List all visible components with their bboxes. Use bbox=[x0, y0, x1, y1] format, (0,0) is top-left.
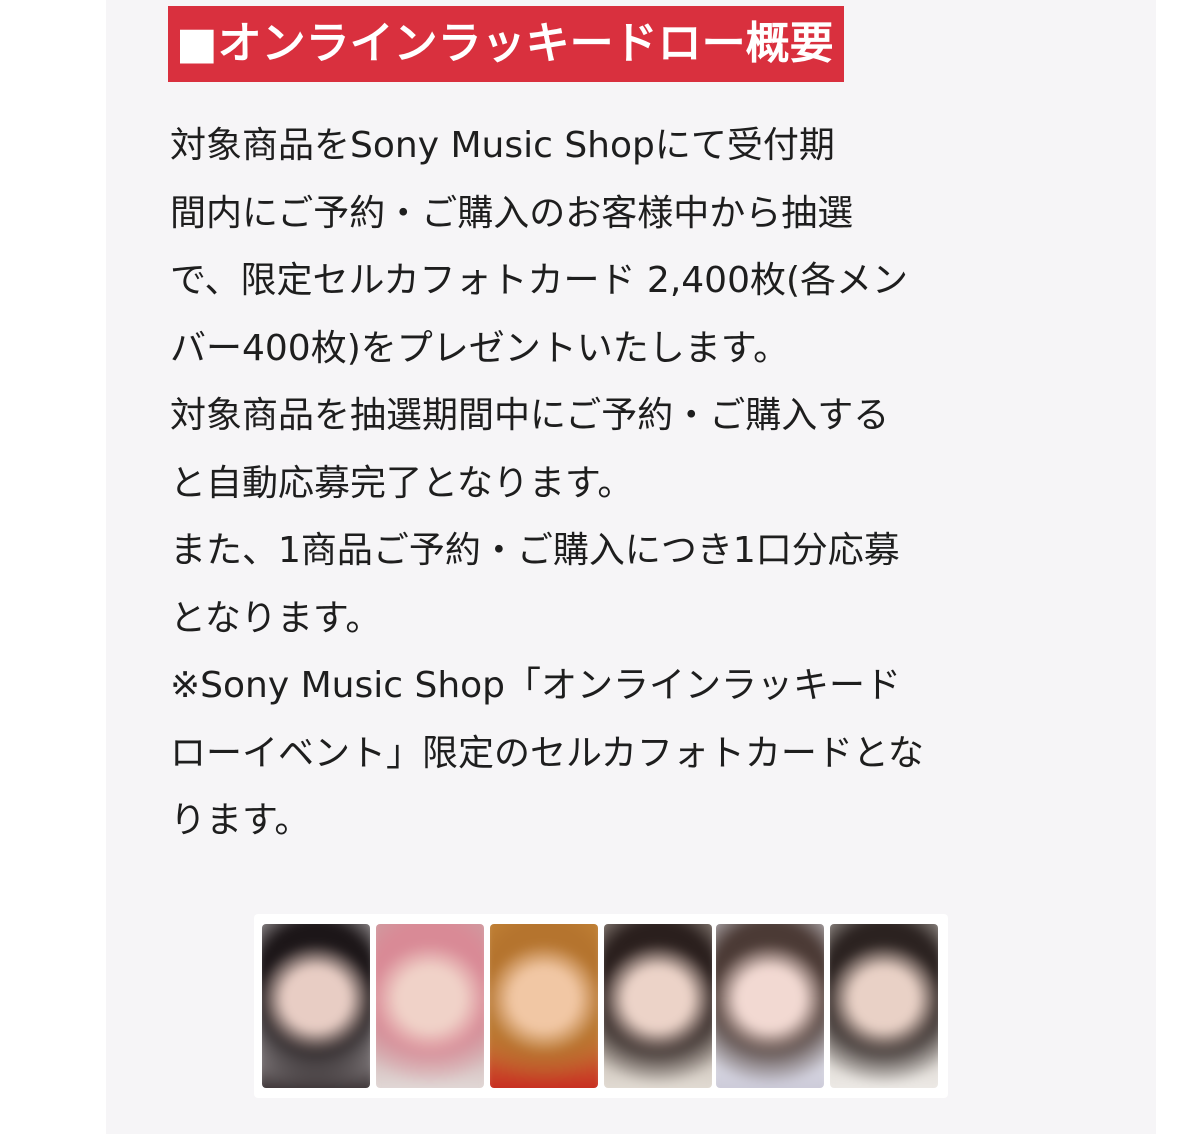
photo-card-1[interactable] bbox=[262, 924, 370, 1088]
photo-card-image bbox=[830, 924, 938, 1088]
photo-card-4[interactable] bbox=[604, 924, 712, 1088]
photo-card-strip bbox=[254, 914, 948, 1098]
photo-card-5[interactable] bbox=[716, 924, 824, 1088]
description-line: となります。 bbox=[170, 597, 382, 639]
description-line: で、限定セルカフォトカード 2,400枚(各メン bbox=[170, 260, 909, 301]
description-line: バー400枚)をプレゼントいたします。 bbox=[170, 327, 790, 369]
description-line: ※Sony Music Shop「オンラインラッキード bbox=[170, 665, 902, 706]
photo-card-image bbox=[262, 924, 370, 1088]
photo-card-image bbox=[490, 924, 598, 1088]
section-heading: ■オンラインラッキードロー概要 bbox=[168, 6, 844, 82]
photo-card-image bbox=[604, 924, 712, 1088]
description-line: 対象商品を抽選期間中にご予約・ご購入する bbox=[170, 395, 890, 436]
photo-card-3[interactable] bbox=[490, 924, 598, 1088]
description-line: ローイベント」限定のセルカフォトカードとな bbox=[170, 732, 924, 774]
photo-card-2[interactable] bbox=[376, 924, 484, 1088]
description-line: ります。 bbox=[170, 800, 311, 841]
description-line: と自動応募完了となります。 bbox=[170, 462, 634, 504]
description-text: 対象商品をSony Music Shopにて受付期 間内にご予約・ご購入のお客様… bbox=[170, 112, 1050, 855]
description-line: また、1商品ご予約・ご購入につき1口分応募 bbox=[170, 530, 900, 571]
photo-card-6[interactable] bbox=[830, 924, 938, 1088]
photo-card-image bbox=[376, 924, 484, 1088]
description-line: 対象商品をSony Music Shopにて受付期 bbox=[170, 125, 835, 166]
photo-card-image bbox=[716, 924, 824, 1088]
description-line: 間内にご予約・ご購入のお客様中から抽選 bbox=[170, 192, 854, 234]
